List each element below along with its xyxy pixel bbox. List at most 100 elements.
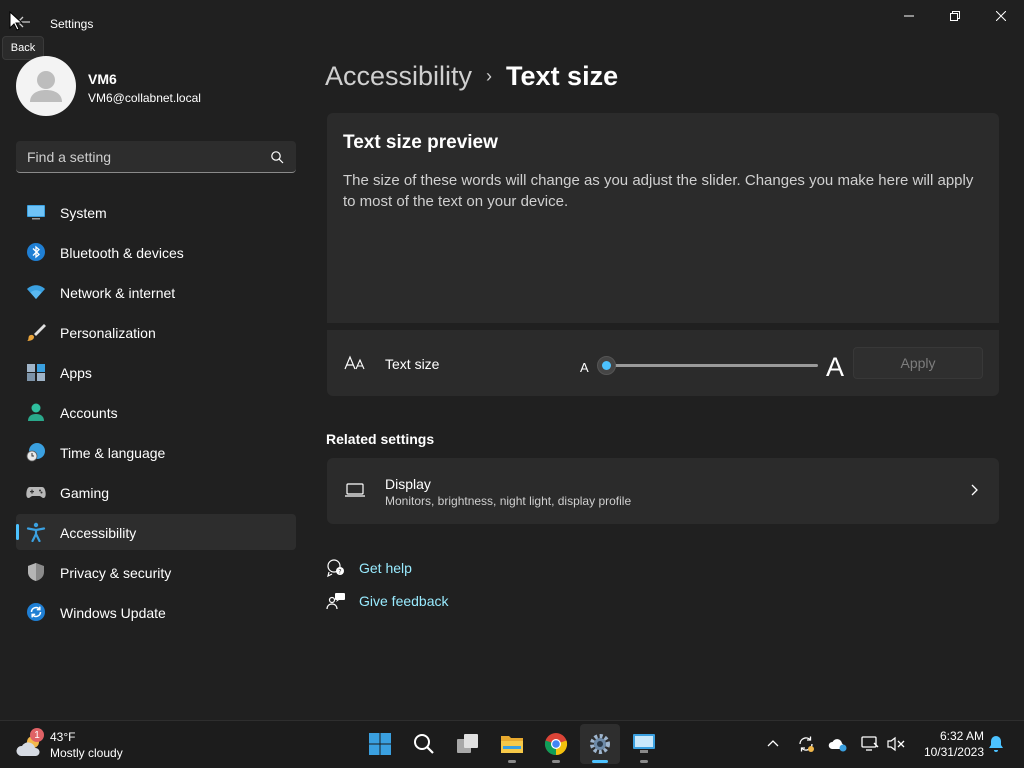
running-indicator: [640, 760, 648, 763]
display-description: Monitors, brightness, night light, displ…: [385, 494, 632, 508]
close-button[interactable]: [978, 0, 1024, 32]
running-indicator: [508, 760, 516, 763]
weather-widget[interactable]: 1 43°F Mostly cloudy: [16, 728, 156, 762]
folder-icon: [501, 736, 523, 753]
task-view-icon: [457, 734, 478, 753]
preview-title: Text size preview: [343, 132, 498, 153]
sidebar-item-label: Accessibility: [60, 525, 137, 541]
windows-logo-icon: [369, 733, 391, 755]
chrome-button[interactable]: [536, 724, 576, 764]
sidebar-item-system[interactable]: System: [16, 194, 296, 230]
bluetooth-icon: [27, 243, 45, 261]
start-button[interactable]: [360, 724, 400, 764]
sidebar-item-accounts[interactable]: Accounts: [16, 394, 296, 430]
chevron-right-icon: [971, 484, 978, 496]
search-input[interactable]: [27, 141, 262, 172]
chevron-up-icon: [767, 740, 779, 747]
gamepad-icon: [26, 487, 46, 498]
settings-taskbar-button[interactable]: [580, 724, 620, 764]
text-size-icon: [344, 355, 365, 370]
sidebar-item-label: Accounts: [60, 405, 118, 421]
text-size-label: Text size: [385, 356, 440, 372]
text-size-setting: Text size A A Apply: [327, 330, 999, 396]
app-title: Settings: [50, 17, 94, 31]
notification-bell-icon[interactable]: [986, 734, 1006, 754]
display-settings-link[interactable]: Display Monitors, brightness, night ligh…: [327, 458, 999, 524]
brush-icon: [27, 324, 46, 341]
globe-clock-icon: [26, 443, 45, 462]
sync-tray-button[interactable]: [795, 733, 817, 755]
sidebar-item-privacy[interactable]: Privacy & security: [16, 554, 296, 590]
person-avatar-icon: [30, 71, 62, 102]
sidebar-item-personalization[interactable]: Personalization: [16, 314, 296, 350]
chrome-icon: [544, 733, 568, 756]
onedrive-tray-button[interactable]: [827, 733, 849, 755]
sidebar-item-label: Gaming: [60, 485, 110, 501]
user-name: VM6: [88, 71, 117, 87]
clock-time: 6:32 AM: [939, 729, 984, 743]
sidebar-item-label: Network & internet: [60, 285, 176, 301]
wifi-icon: [27, 285, 45, 299]
sidebar-nav: System Bluetooth & devices Network & int…: [16, 194, 296, 634]
system-icon: [27, 205, 45, 220]
sidebar-item-network[interactable]: Network & internet: [16, 274, 296, 310]
give-feedback-link[interactable]: Give feedback: [326, 589, 449, 613]
search-icon[interactable]: [270, 150, 284, 164]
file-explorer-button[interactable]: [492, 724, 532, 764]
breadcrumb-parent-link[interactable]: Accessibility: [325, 61, 472, 92]
slider-thumb[interactable]: [597, 356, 616, 375]
remote-desktop-button[interactable]: [624, 724, 664, 764]
user-profile[interactable]: VM6 VM6@collabnet.local: [16, 56, 296, 118]
volume-tray-button[interactable]: [885, 733, 907, 755]
person-icon: [28, 403, 44, 421]
weather-condition: Mostly cloudy: [50, 746, 123, 760]
minimize-icon: [904, 15, 914, 17]
network-monitor-icon: [861, 736, 879, 751]
sidebar-item-windows-update[interactable]: Windows Update: [16, 594, 296, 630]
minimize-button[interactable]: [886, 0, 932, 32]
sidebar-item-bluetooth[interactable]: Bluetooth & devices: [16, 234, 296, 270]
slider-min-label: A: [580, 360, 589, 375]
restore-button[interactable]: [932, 0, 978, 32]
sidebar-item-label: Privacy & security: [60, 565, 172, 581]
show-hidden-icons-button[interactable]: [762, 733, 784, 755]
taskbar-search-button[interactable]: [404, 724, 444, 764]
sidebar-item-label: Apps: [60, 365, 92, 381]
active-indicator: [16, 524, 19, 540]
clock-date: 10/31/2023: [923, 745, 984, 759]
accessibility-icon: [26, 522, 46, 542]
display-title: Display: [385, 476, 431, 492]
monitor-app-icon: [633, 734, 655, 753]
sidebar-item-gaming[interactable]: Gaming: [16, 474, 296, 510]
restore-icon: [950, 11, 960, 21]
shield-icon: [28, 563, 44, 581]
sidebar-item-apps[interactable]: Apps: [16, 354, 296, 390]
task-view-button[interactable]: [448, 724, 488, 764]
text-size-slider[interactable]: [597, 356, 818, 375]
title-bar: Settings: [0, 0, 1024, 48]
sidebar-item-label: Windows Update: [60, 605, 166, 621]
sidebar-item-label: Time & language: [60, 445, 166, 461]
related-settings-heading: Related settings: [326, 431, 435, 447]
give-feedback-text[interactable]: Give feedback: [359, 593, 449, 609]
close-icon: [996, 11, 1006, 21]
sidebar-item-label: Personalization: [60, 325, 156, 341]
clock[interactable]: 6:32 AM 10/31/2023: [912, 728, 984, 760]
gear-icon: [590, 734, 610, 754]
svg-text:?: ?: [338, 569, 341, 576]
laptop-icon: [345, 483, 365, 497]
sync-icon: [799, 736, 814, 752]
get-help-link[interactable]: ? Get help: [326, 556, 412, 580]
update-icon: [27, 603, 45, 621]
network-tray-button[interactable]: [859, 733, 881, 755]
sidebar-item-accessibility[interactable]: Accessibility: [16, 514, 296, 550]
speaker-muted-icon: [887, 736, 905, 752]
apps-icon: [27, 364, 45, 381]
preview-text: The size of these words will change as y…: [343, 172, 974, 210]
running-indicator: [552, 760, 560, 763]
feedback-icon: [326, 593, 345, 610]
apply-button[interactable]: Apply: [853, 347, 983, 379]
get-help-text[interactable]: Get help: [359, 560, 412, 576]
sidebar-item-time-language[interactable]: Time & language: [16, 434, 296, 470]
avatar: [16, 56, 76, 116]
